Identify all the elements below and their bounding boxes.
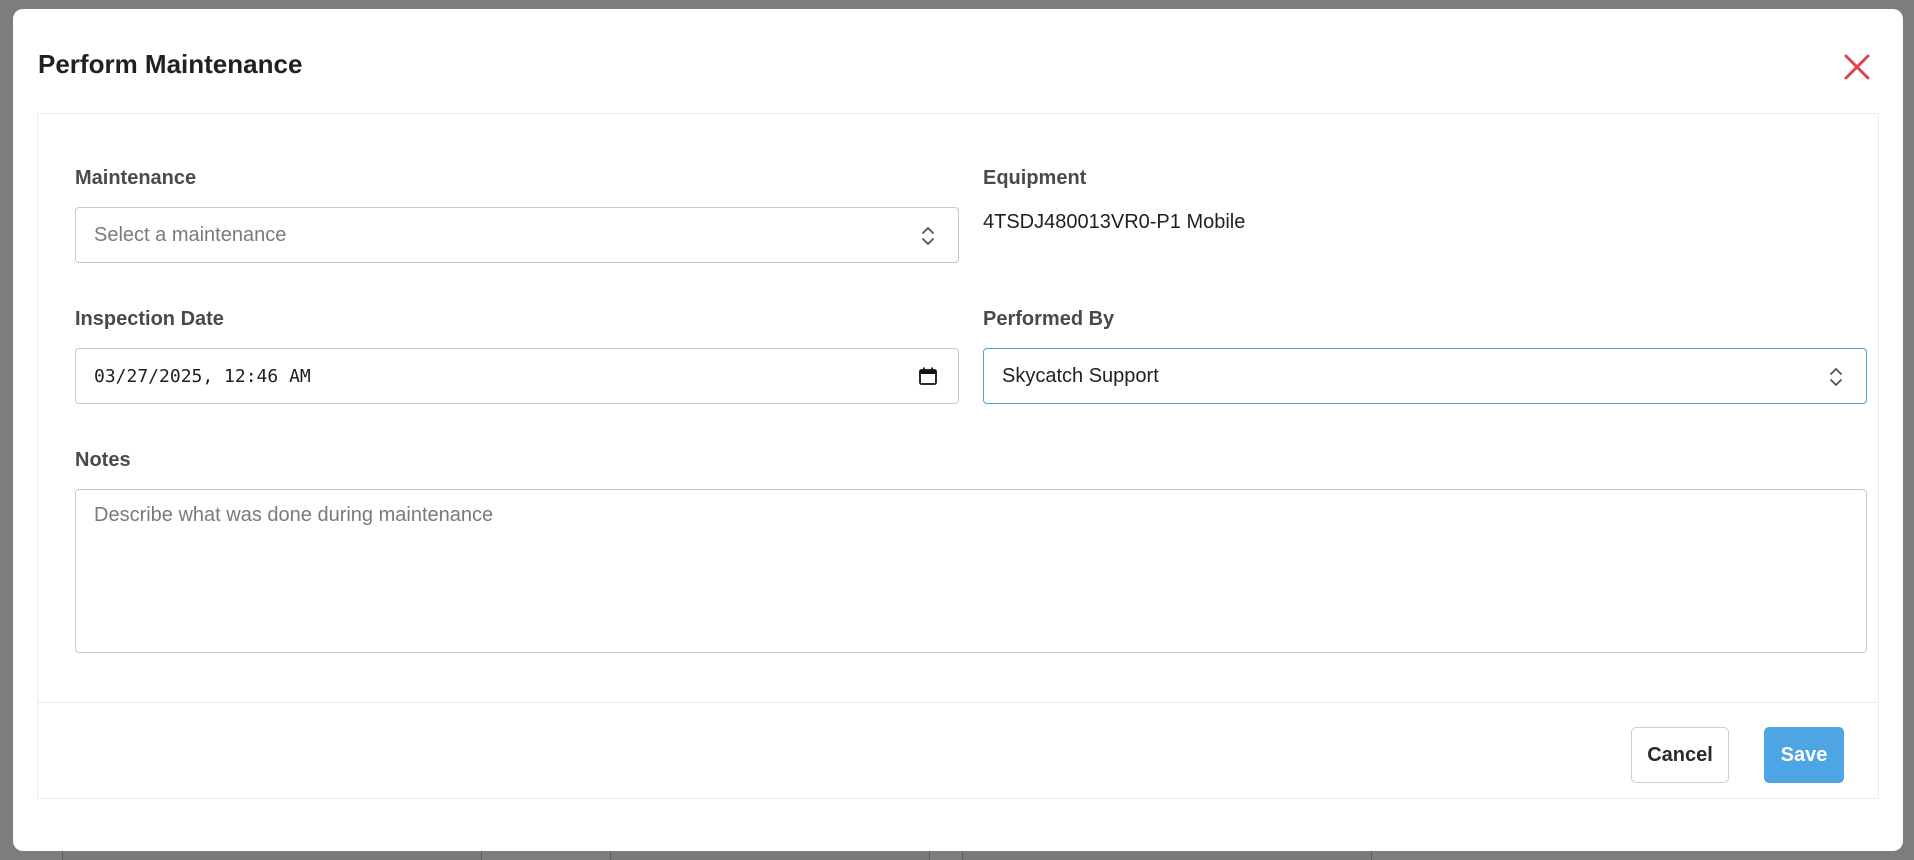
equipment-value: 4TSDJ480013VR0-P1 Mobile bbox=[983, 211, 1246, 233]
notes-textarea[interactable]: Describe what was done during maintenanc… bbox=[75, 489, 1867, 653]
inspection-date-value: 03/27/2025, 12:46 AM bbox=[94, 365, 311, 387]
perform-maintenance-modal: Perform Maintenance Maintenance Select a… bbox=[13, 9, 1903, 851]
performed-by-label: Performed By bbox=[983, 308, 1115, 330]
form-panel: Maintenance Select a maintenance Equipme… bbox=[37, 113, 1879, 799]
save-button[interactable]: Save bbox=[1764, 727, 1844, 783]
footer-divider bbox=[38, 702, 1878, 703]
notes-placeholder: Describe what was done during maintenanc… bbox=[94, 504, 494, 526]
cancel-button[interactable]: Cancel bbox=[1631, 727, 1729, 783]
maintenance-label: Maintenance bbox=[75, 167, 197, 189]
maintenance-select-placeholder: Select a maintenance bbox=[94, 223, 287, 246]
equipment-label: Equipment bbox=[983, 167, 1087, 189]
inspection-date-input[interactable]: 03/27/2025, 12:46 AM bbox=[75, 348, 959, 404]
close-button[interactable] bbox=[1835, 45, 1879, 89]
inspection-date-label: Inspection Date bbox=[75, 308, 224, 330]
performed-by-value: Skycatch Support bbox=[1002, 364, 1159, 387]
select-chevron-icon bbox=[922, 227, 934, 245]
modal-title: Perform Maintenance bbox=[38, 49, 303, 79]
calendar-icon[interactable] bbox=[918, 366, 938, 386]
maintenance-select[interactable]: Select a maintenance bbox=[75, 207, 959, 263]
select-chevron-icon bbox=[1830, 368, 1842, 386]
notes-label: Notes bbox=[75, 449, 131, 471]
performed-by-select[interactable]: Skycatch Support bbox=[983, 348, 1867, 404]
close-icon bbox=[1844, 54, 1870, 80]
